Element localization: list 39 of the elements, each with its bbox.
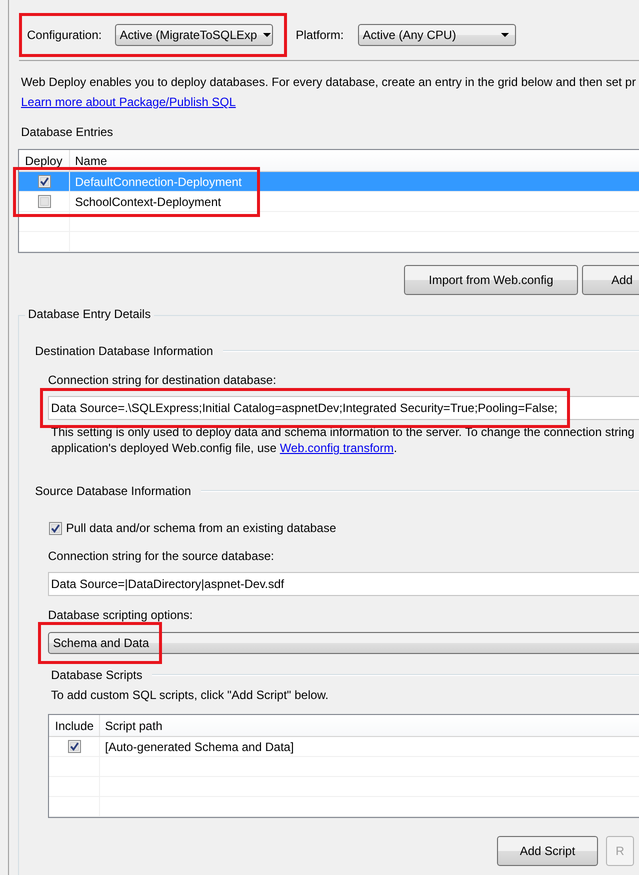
transform-link[interactable]: Web.config transform [280,441,394,455]
column-header[interactable]: Script path [105,718,162,732]
column-header[interactable]: Name [75,154,108,168]
checkbox-label[interactable]: Pull data and/or schema from an existing database [66,521,336,535]
caret-icon [500,33,509,37]
column-header[interactable]: Deploy [25,154,62,168]
checkbox[interactable] [38,175,50,188]
checkbox[interactable] [38,195,50,208]
input-field[interactable]: Data Source=|DataDirectory|aspnet-Dev.sdf [48,572,639,596]
button[interactable]: Import from Web.config [404,265,578,295]
field-label: Connection string for the source database: [48,549,276,563]
section-title: Destination Database Information [35,344,214,358]
learn-more-link[interactable]: Learn more about Package/Publish SQL [21,95,236,109]
grid-row[interactable]: [Auto-generated Schema and Data] [49,737,639,757]
grid-cell: SchoolContext-Deployment [75,194,222,208]
grid-row[interactable]: SchoolContext-Deployment [19,192,639,212]
dropdown[interactable]: Active (Any CPU) [358,24,516,46]
field-label: Configuration: [27,28,102,42]
description-text: Web Deploy enables you to deploy databases. For every database, create an entry in the grid below and then set pr [21,75,637,89]
section-title: Database Entries [21,125,114,139]
column-header[interactable]: Include [55,718,94,732]
dropdown[interactable]: Active (MigrateToSQLExp [114,24,273,46]
dropdown[interactable]: Schema and Data [48,632,639,654]
section-title: Source Database Information [35,484,192,498]
checkbox[interactable] [49,522,62,534]
group-title: Database Entry Details [25,307,154,321]
field-label: Database scripting options: [48,608,194,622]
button[interactable]: Add Script [497,836,598,866]
input-field[interactable]: Data Source=.\SQLExpress;Initial Catalog=aspnetDev;Integrated Security=True;Pooling=False; [48,396,639,420]
field-label: Platform: [296,28,344,42]
checkbox[interactable] [68,740,80,753]
hint-text: To add custom SQL scripts, click "Add Script" below. [51,688,330,702]
help-text: This setting is only used to deploy data and schema information to the server. To change the connection string application's deployed Web.config file, use Web.config transform. [51,424,636,456]
grid-cell: DefaultConnection-Deployment [75,174,242,188]
field-label: Connection string for destination database: [48,373,278,387]
section-title: Database Scripts [51,668,142,682]
button[interactable]: Add [582,265,639,295]
grid-cell: [Auto-generated Schema and Data] [105,740,294,754]
caret-icon [263,33,272,37]
